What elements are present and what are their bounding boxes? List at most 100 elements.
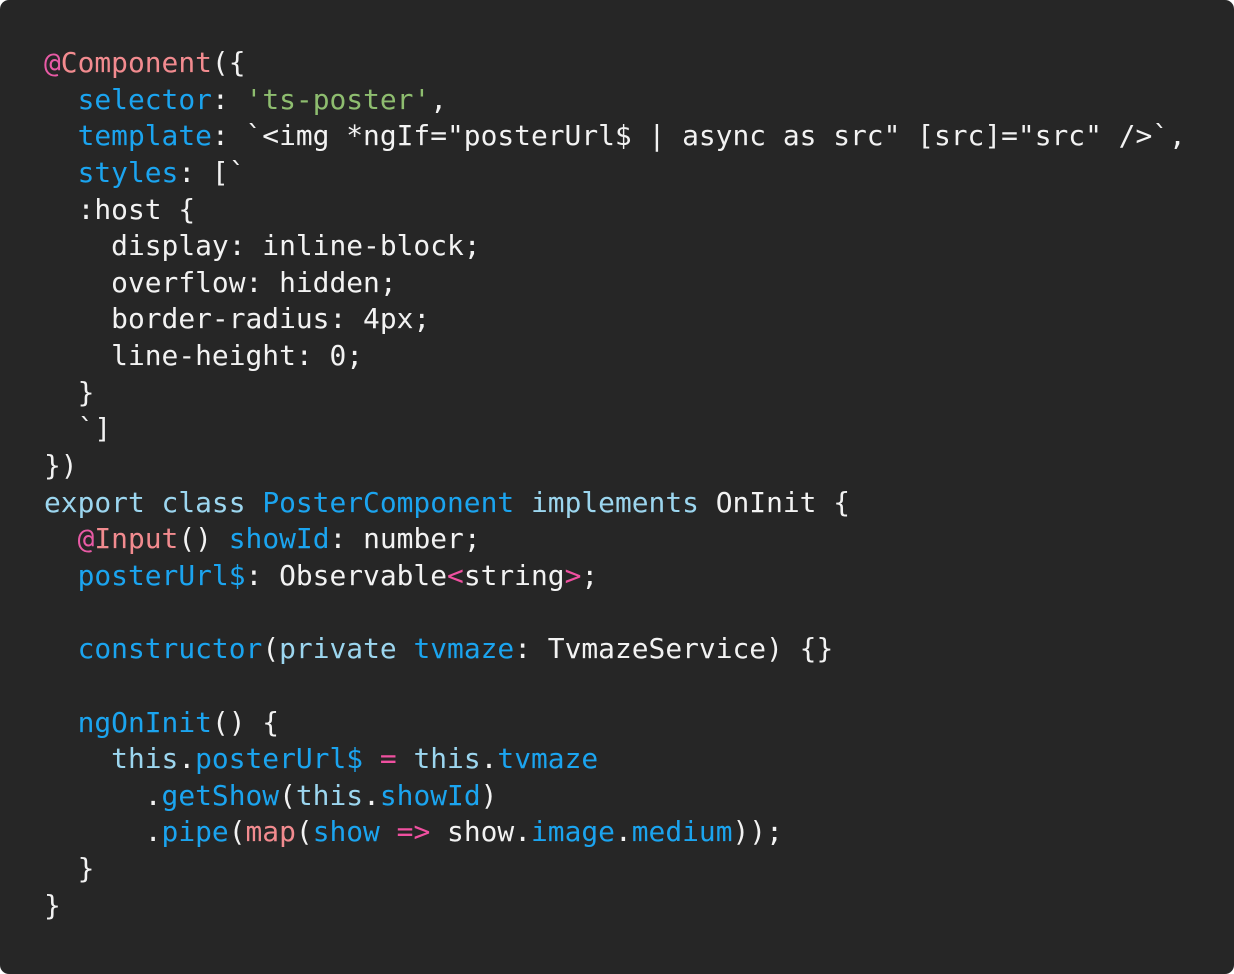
code-line: line-height: 0;	[44, 338, 1234, 375]
code-token-prop: posterUrl$	[195, 742, 364, 776]
code-token-plain: overflow: hidden;	[44, 265, 397, 299]
code-token-plain: .	[480, 742, 498, 776]
code-token-fn: map	[245, 815, 296, 849]
code-token-str: 'ts-poster'	[245, 82, 431, 116]
code-token-plain: : TvmazeService) {}	[514, 632, 834, 666]
code-token-prop: constructor	[77, 632, 263, 666]
code-token-dec: Input	[94, 522, 179, 556]
code-token-plain: (	[279, 778, 296, 812]
code-token-plain: ({	[211, 46, 246, 79]
code-token-plain: ));	[732, 815, 783, 849]
code-line: this.posterUrl$ = this.tvmaze	[44, 741, 1234, 778]
code-token-kw: this	[111, 742, 179, 776]
code-token-plain: () {	[211, 705, 280, 739]
code-token-at: @	[77, 522, 95, 556]
code-line: :host {	[44, 192, 1234, 229]
code-token-kw: implements	[530, 485, 699, 519]
code-token-plain: .	[44, 778, 162, 812]
code-token-plain: display: inline-block;	[44, 229, 481, 263]
code-token-plain: .	[614, 815, 632, 849]
code-token-kw: class	[161, 485, 246, 519]
code-block: @Component({ selector: 'ts-poster', temp…	[44, 45, 1234, 924]
code-token-prop: posterUrl$	[77, 558, 246, 592]
code-token-prop: show	[312, 815, 380, 849]
code-line: posterUrl$: Observable<string>;	[44, 558, 1234, 595]
code-line: }	[44, 375, 1234, 412]
code-token-plain: }	[44, 852, 95, 886]
code-token-kw: this	[413, 742, 481, 776]
code-token-plain: : `<img *ngIf="posterUrl$ | async as src…	[211, 119, 1186, 153]
code-token-plain: border-radius: 4px;	[44, 302, 431, 336]
code-token-dec: Component	[60, 46, 212, 79]
code-token-op: =	[379, 742, 397, 776]
code-line: @Input() showId: number;	[44, 521, 1234, 558]
code-line: export class PosterComponent implements …	[44, 485, 1234, 522]
code-token-plain: (	[228, 815, 246, 849]
code-token-prop: getShow	[161, 778, 280, 812]
code-token-plain: (	[262, 632, 280, 666]
code-line: }	[44, 851, 1234, 888]
code-line: selector: 'ts-poster',	[44, 82, 1234, 119]
code-token-prop: showId	[228, 522, 330, 556]
code-token-prop: medium	[631, 815, 733, 849]
code-token-plain: OnInit {	[698, 485, 851, 519]
code-token-prop: template	[77, 119, 212, 153]
code-token-prop: image	[531, 815, 615, 849]
code-token-prop: selector	[77, 82, 212, 116]
code-token-prop: pipe	[161, 815, 229, 849]
code-token-kw: export	[44, 485, 145, 519]
code-line: }	[44, 888, 1234, 925]
code-line: })	[44, 448, 1234, 485]
code-token-plain: show.	[430, 815, 531, 849]
code-line: .getShow(this.showId)	[44, 778, 1234, 815]
code-token-prop: tvmaze	[497, 742, 599, 776]
code-token-plain: : number;	[329, 522, 481, 556]
code-line: constructor(private tvmaze: TvmazeServic…	[44, 631, 1234, 668]
code-token-plain: line-height: 0;	[44, 339, 364, 373]
code-token-plain: }	[44, 375, 95, 409]
code-token-plain: })	[44, 449, 78, 483]
code-token-prop: showId	[379, 778, 481, 812]
code-token-op: <	[447, 558, 464, 592]
code-token-plain: : Observable	[245, 558, 448, 592]
code-line: @Component({	[44, 45, 1234, 82]
code-token-plain: ,	[430, 82, 448, 116]
code-token-plain: (	[295, 815, 313, 849]
code-window: @Component({ selector: 'ts-poster', temp…	[0, 0, 1234, 974]
code-token-op: =>	[396, 815, 431, 849]
code-token-plain: : [`	[178, 155, 246, 189]
code-token-prop: PosterComponent	[262, 485, 515, 519]
code-token-plain: }	[44, 888, 61, 922]
code-token-kw: this	[295, 778, 364, 812]
code-token-plain: )	[480, 778, 498, 812]
code-token-plain: ;	[581, 558, 599, 592]
code-token-plain: :host {	[44, 192, 196, 226]
code-token-plain: .	[44, 815, 162, 849]
code-token-plain: `]	[44, 412, 112, 446]
code-line: .pipe(map(show => show.image.medium));	[44, 814, 1234, 851]
code-token-plain: .	[363, 778, 380, 812]
code-line: template: `<img *ngIf="posterUrl$ | asyn…	[44, 118, 1234, 155]
code-token-plain: string	[463, 558, 565, 592]
code-token-plain: :	[211, 82, 246, 116]
code-line: border-radius: 4px;	[44, 301, 1234, 338]
code-token-prop: styles	[77, 155, 179, 189]
code-line: overflow: hidden;	[44, 265, 1234, 302]
code-token-prop: ngOnInit	[77, 705, 212, 739]
